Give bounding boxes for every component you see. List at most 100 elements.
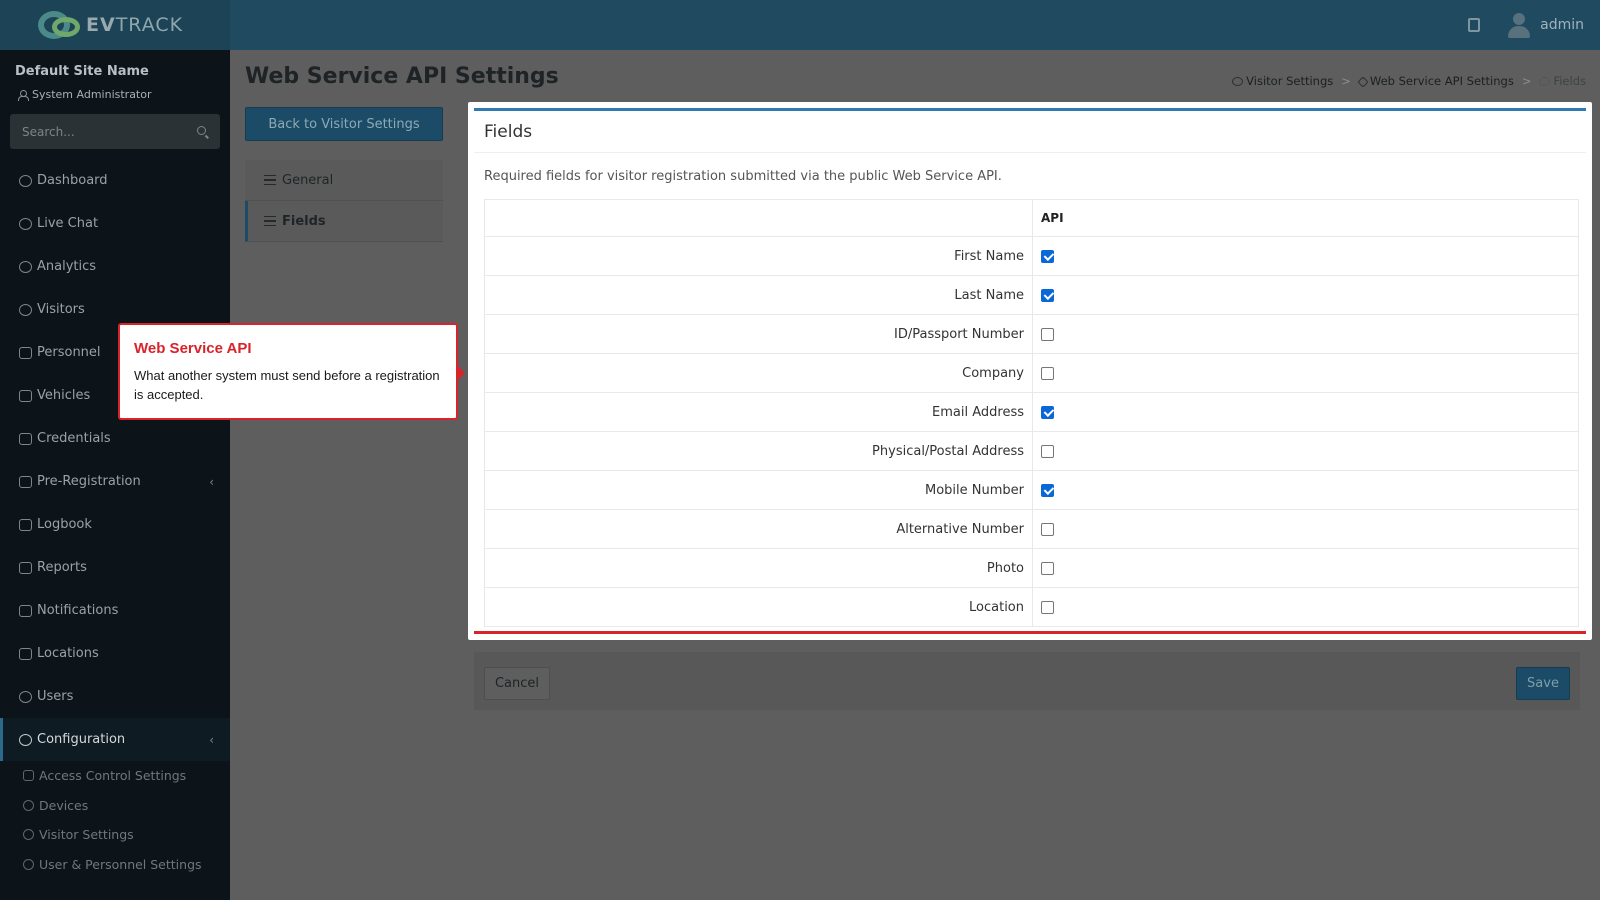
api-required-checkbox[interactable] [1041, 327, 1054, 341]
fields-card: Fields Required fields for visitor regis… [468, 102, 1592, 640]
sidebar-item-configuration[interactable]: Configuration ‹ [0, 718, 230, 761]
api-required-checkbox[interactable] [1041, 249, 1054, 263]
table-row: First Name [484, 236, 1579, 276]
table-row: Location [484, 587, 1579, 627]
field-label: Physical/Postal Address [484, 431, 1033, 471]
table-row: Mobile Number [484, 470, 1579, 510]
api-required-checkbox[interactable] [1041, 483, 1054, 497]
field-label: First Name [484, 236, 1033, 276]
user-menu[interactable]: admin [1508, 12, 1584, 38]
field-label: ID/Passport Number [484, 314, 1033, 354]
target-icon [19, 260, 32, 273]
breadcrumb-fields: Fields [1539, 74, 1586, 88]
list-check-icon [264, 216, 276, 226]
table-row: Alternative Number [484, 509, 1579, 549]
breadcrumb-web-service-api-settings[interactable]: Web Service API Settings [1357, 74, 1514, 88]
breadcrumb-separator: > [1341, 74, 1351, 88]
sidebar-item-users[interactable]: Users [0, 675, 230, 718]
user-tie-icon [19, 346, 32, 359]
table-row: Physical/Postal Address [484, 431, 1579, 471]
tooltip-callout: Web Service API What another system must… [118, 323, 465, 420]
eye-icon [19, 303, 32, 316]
gear-icon [23, 799, 34, 811]
api-required-checkbox[interactable] [1041, 444, 1054, 458]
table-row: Email Address [484, 392, 1579, 432]
building-icon[interactable] [1468, 18, 1481, 32]
sidebar-item-devices[interactable]: Devices [0, 791, 230, 821]
callout-title: Web Service API [134, 340, 252, 357]
fields-table-body: First Name Last Name ID/Passport Number Com… [484, 236, 1579, 627]
api-required-checkbox[interactable] [1041, 405, 1054, 419]
field-label: Photo [484, 548, 1033, 588]
field-check-cell [1032, 314, 1579, 354]
user-name: admin [1540, 17, 1584, 33]
card-title: Fields [474, 111, 1586, 153]
sidebar-search [10, 114, 220, 149]
gear-icon [19, 733, 32, 746]
car-icon [19, 389, 32, 402]
api-required-checkbox[interactable] [1041, 561, 1054, 575]
field-label: Last Name [484, 275, 1033, 315]
tab-general[interactable]: General [245, 160, 443, 201]
back-to-visitor-settings-button[interactable]: Back to Visitor Settings [245, 107, 443, 141]
api-required-checkbox[interactable] [1041, 366, 1054, 380]
sidebar-item-notifications[interactable]: Notifications [0, 589, 230, 632]
table-header-row: API [484, 199, 1579, 237]
breadcrumb: Visitor Settings > Web Service API Setti… [1232, 74, 1586, 88]
sidebar-item-access-control-settings[interactable]: Access Control Settings [0, 761, 230, 791]
user-role: System Administrator [18, 88, 152, 101]
column-header-api: API [1032, 199, 1579, 237]
table-row: Photo [484, 548, 1579, 588]
users-icon [23, 858, 34, 870]
arrows-icon [1357, 76, 1369, 88]
breadcrumb-visitor-settings[interactable]: Visitor Settings [1232, 74, 1333, 88]
field-check-cell [1032, 431, 1579, 471]
building-icon [19, 647, 32, 660]
sidebar-item-live-chat[interactable]: Live Chat [0, 202, 230, 245]
gear-icon [1539, 77, 1551, 86]
logo[interactable]: EVTRACK [0, 0, 230, 50]
field-check-cell [1032, 509, 1579, 549]
sidebar-item-logbook[interactable]: Logbook [0, 503, 230, 546]
sidebar-item-visitor-settings[interactable]: Visitor Settings [0, 820, 230, 850]
sidebar-item-pre-registration[interactable]: Pre-Registration ‹ [0, 460, 230, 503]
sidebar-item-dashboard[interactable]: Dashboard [0, 159, 230, 202]
logo-text: EVTRACK [86, 14, 184, 36]
tab-fields[interactable]: Fields [245, 201, 443, 242]
avatar [1508, 12, 1531, 38]
arrows-icon [19, 475, 32, 488]
sidebar: Default Site Name System Administrator D… [0, 50, 230, 900]
field-check-cell [1032, 392, 1579, 432]
field-check-cell [1032, 587, 1579, 627]
user-icon [18, 89, 29, 101]
field-label: Location [484, 587, 1033, 627]
table-header-empty [484, 199, 1033, 237]
chart-icon [19, 561, 32, 574]
search-input[interactable] [22, 124, 182, 139]
save-button[interactable]: Save [1516, 667, 1570, 700]
field-label: Mobile Number [484, 470, 1033, 510]
cancel-button[interactable]: Cancel [484, 667, 550, 700]
field-check-cell [1032, 275, 1579, 315]
api-required-checkbox[interactable] [1041, 522, 1054, 536]
fields-table: API First Name Last Name ID/Passport Numbe… [484, 199, 1579, 627]
configuration-submenu: Access Control Settings Devices Visitor … [0, 761, 230, 879]
users-icon [19, 690, 32, 703]
sidebar-item-locations[interactable]: Locations [0, 632, 230, 675]
sidebar-item-user-personnel-settings[interactable]: User & Personnel Settings [0, 850, 230, 880]
sidebar-item-credentials[interactable]: Credentials [0, 417, 230, 460]
field-check-cell [1032, 236, 1579, 276]
table-row: Last Name [484, 275, 1579, 315]
api-required-checkbox[interactable] [1041, 288, 1054, 302]
sidebar-item-analytics[interactable]: Analytics [0, 245, 230, 288]
settings-tabs: General Fields [245, 160, 443, 242]
chevron-left-icon: ‹ [209, 732, 214, 747]
headset-icon [19, 217, 32, 230]
sidebar-item-reports[interactable]: Reports [0, 546, 230, 589]
search-icon[interactable] [197, 126, 206, 135]
card-description: Required fields for visitor registration… [484, 169, 1002, 184]
field-label: Email Address [484, 392, 1033, 432]
field-check-cell [1032, 353, 1579, 393]
api-required-checkbox[interactable] [1041, 600, 1054, 614]
form-footer: Cancel Save [474, 652, 1580, 710]
